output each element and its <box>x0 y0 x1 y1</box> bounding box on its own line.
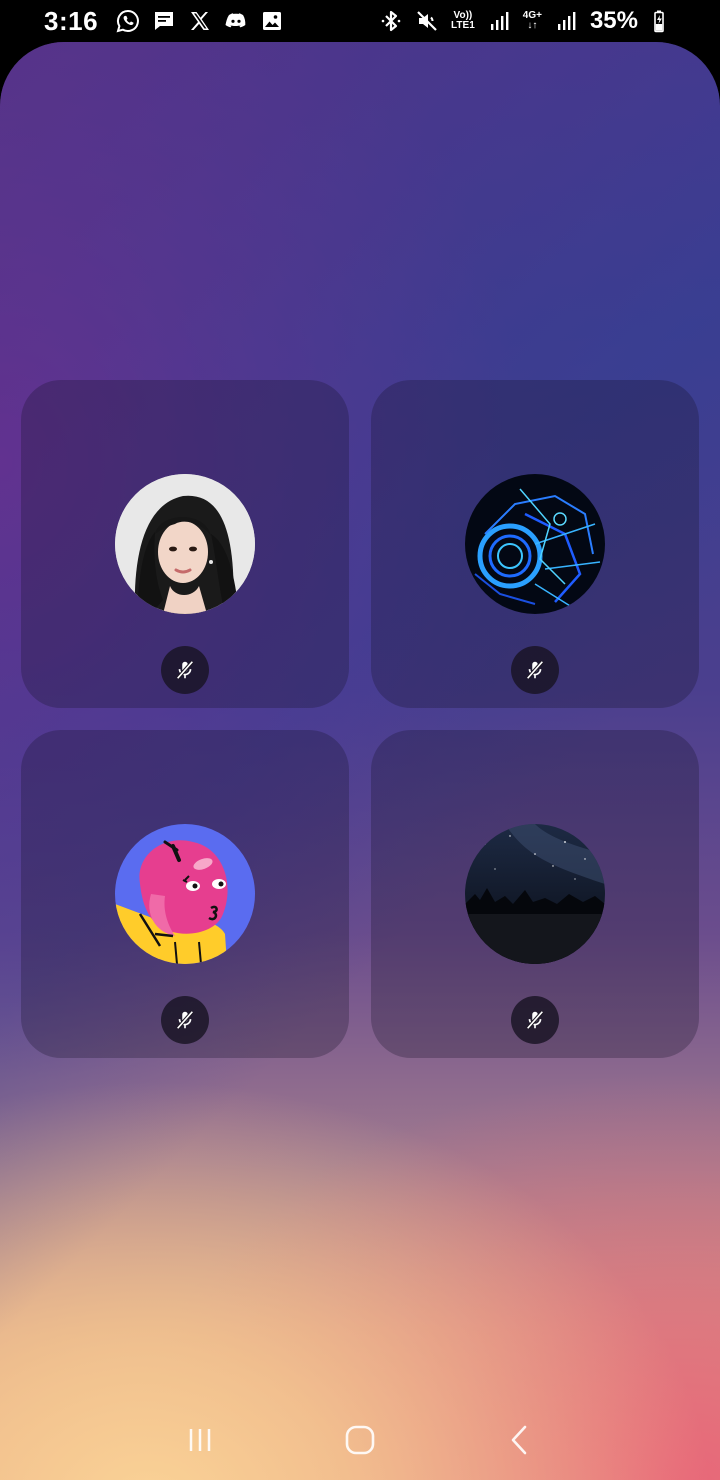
clock: 3:16 <box>44 5 99 36</box>
mic-muted-button[interactable] <box>161 996 209 1044</box>
discord-icon <box>224 9 248 33</box>
voice-call-screen <box>0 42 720 1480</box>
mic-muted-button[interactable] <box>511 996 559 1044</box>
mic-off-icon <box>526 660 544 680</box>
mute-icon <box>415 9 439 33</box>
mic-off-icon <box>176 1010 194 1030</box>
x-icon <box>188 9 212 33</box>
participant-avatar[interactable] <box>115 824 255 964</box>
battery-percent: 35% <box>589 7 638 34</box>
participant-tile[interactable] <box>21 730 349 1058</box>
back-button[interactable] <box>490 1410 550 1470</box>
mic-off-icon <box>526 1010 544 1030</box>
participant-tile[interactable] <box>371 730 699 1058</box>
gallery-icon <box>260 9 284 33</box>
participant-avatar[interactable] <box>115 474 255 614</box>
mic-muted-button[interactable] <box>161 646 209 694</box>
network-2-bottom: ↓↑ <box>527 20 538 31</box>
participant-tile[interactable] <box>21 380 349 708</box>
signal-icon <box>554 9 578 33</box>
recents-icon <box>189 1429 211 1451</box>
status-right: Vo)) LTE1 4G+ ↓↑ 35% <box>379 7 674 35</box>
battery-charging-icon <box>650 9 674 33</box>
recents-button[interactable] <box>170 1410 230 1470</box>
participant-avatar[interactable] <box>465 474 605 614</box>
navigation-bar <box>0 1400 720 1480</box>
mic-off-icon <box>176 660 194 680</box>
home-button[interactable] <box>330 1410 390 1470</box>
mic-muted-button[interactable] <box>511 646 559 694</box>
signal-icon <box>487 9 511 33</box>
participant-tile[interactable] <box>371 380 699 708</box>
back-icon <box>511 1425 527 1455</box>
status-bar: 3:16 Vo)) LTE1 4G+ ↓↑ 35% <box>0 0 720 42</box>
network-1-bottom: LTE1 <box>451 20 475 31</box>
message-icon <box>152 9 176 33</box>
whatsapp-icon <box>116 9 140 33</box>
status-left: 3:16 <box>44 6 284 37</box>
bluetooth-icon <box>379 9 403 33</box>
network-1-label: Vo)) LTE1 <box>451 11 475 31</box>
home-icon <box>345 1425 375 1455</box>
participant-avatar[interactable] <box>465 824 605 964</box>
network-2-label: 4G+ ↓↑ <box>523 11 542 31</box>
